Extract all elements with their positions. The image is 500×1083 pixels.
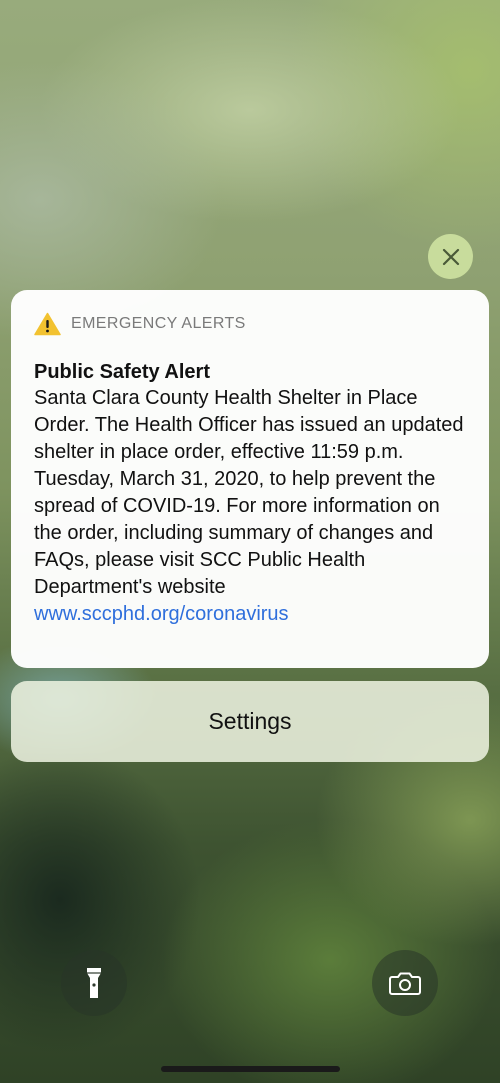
alert-body: Santa Clara County Health Shelter in Pla… [34,385,467,628]
app-name: EMERGENCY ALERTS [71,315,246,332]
settings-button[interactable]: Settings [11,681,489,762]
camera-button[interactable] [372,950,438,1016]
close-icon [442,248,459,265]
flashlight-icon [87,968,101,998]
alert-body-text: Santa Clara County Health Shelter in Pla… [34,387,464,598]
notification-header: EMERGENCY ALERTS [34,312,467,336]
alert-title: Public Safety Alert [34,361,210,383]
emergency-alert-notification[interactable]: EMERGENCY ALERTS Public Safety Alert San… [11,290,489,668]
dismiss-button[interactable] [428,234,473,279]
warning-triangle-icon [34,312,61,336]
camera-icon [389,972,421,995]
alert-link[interactable]: www.sccphd.org/coronavirus [34,603,289,625]
flashlight-button[interactable] [61,950,127,1016]
home-indicator[interactable] [161,1066,340,1072]
settings-label: Settings [208,708,292,734]
